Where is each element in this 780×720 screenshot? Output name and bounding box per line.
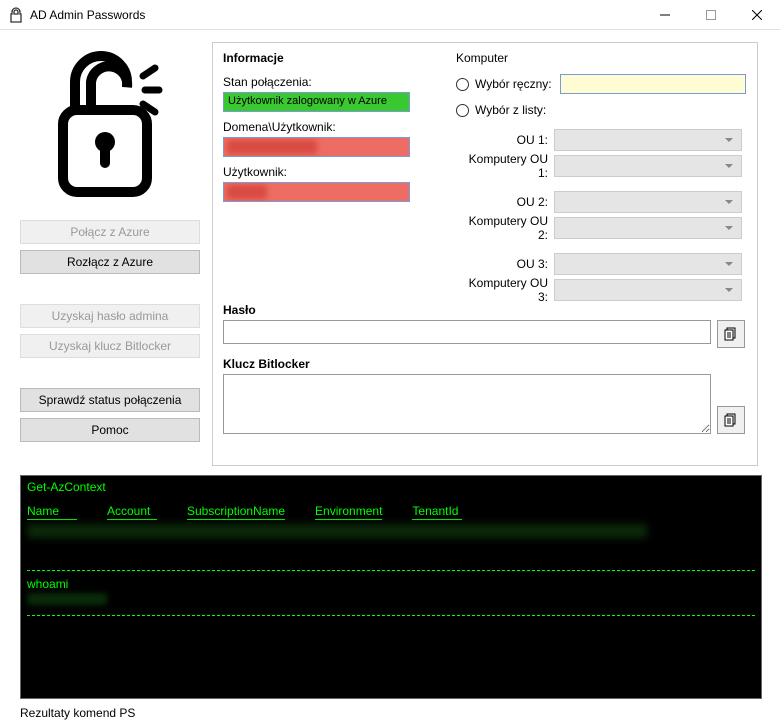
user-label: Użytkownik: xyxy=(223,165,418,179)
term-cmd2: whoami xyxy=(27,577,755,591)
disconnect-azure-button[interactable]: Rozłącz z Azure xyxy=(20,250,200,274)
comp-ou1-select[interactable] xyxy=(554,155,742,177)
comp-ou2-select[interactable] xyxy=(554,217,742,239)
term-redacted-row xyxy=(27,524,647,538)
term-col-tenant: TenantId xyxy=(412,504,462,520)
list-choice-radio[interactable] xyxy=(456,104,469,117)
term-col-account: Account xyxy=(107,504,157,520)
window-title: AD Admin Passwords xyxy=(30,8,642,22)
password-output[interactable] xyxy=(223,320,711,344)
ou3-label: OU 3: xyxy=(456,257,554,271)
check-connection-status-button[interactable]: Sprawdź status połączenia xyxy=(20,388,200,412)
manual-choice-label: Wybór ręczny: xyxy=(475,77,552,91)
term-cmd1: Get-AzContext xyxy=(27,480,755,494)
close-button[interactable] xyxy=(734,0,780,30)
copy-icon xyxy=(724,413,738,427)
comp-ou2-label: Komputery OU 2: xyxy=(456,214,554,242)
app-lock-icon xyxy=(8,7,24,23)
bitlocker-label: Klucz Bitlocker xyxy=(223,357,745,371)
ou1-label: OU 1: xyxy=(456,133,554,147)
domain-user-label: Domena\Użytkownik: xyxy=(223,120,418,134)
user-value xyxy=(223,182,410,202)
connect-azure-button: Połącz z Azure xyxy=(20,220,200,244)
list-choice-label: Wybór z listy: xyxy=(475,103,546,117)
comp-ou3-label: Komputery OU 3: xyxy=(456,276,554,304)
copy-password-button[interactable] xyxy=(717,320,745,348)
help-button[interactable]: Pomoc xyxy=(20,418,200,442)
connection-state-value: Użytkownik zalogowany w Azure xyxy=(223,92,410,112)
get-admin-password-button: Uzyskaj hasło admina xyxy=(20,304,200,328)
powershell-output[interactable]: Get-AzContext Name Account SubscriptionN… xyxy=(20,475,762,699)
term-col-subscription: SubscriptionName xyxy=(187,504,285,520)
ou3-select[interactable] xyxy=(554,253,742,275)
computer-group-title: Komputer xyxy=(456,51,746,65)
ou2-label: OU 2: xyxy=(456,195,554,209)
maximize-button xyxy=(688,0,734,30)
ou1-select[interactable] xyxy=(554,129,742,151)
minimize-button[interactable] xyxy=(642,0,688,30)
lock-illustration-icon xyxy=(45,42,165,202)
manual-choice-radio[interactable] xyxy=(456,78,469,91)
copy-bitlocker-button[interactable] xyxy=(717,406,745,434)
manual-computer-input[interactable] xyxy=(560,74,746,94)
term-col-name: Name xyxy=(27,504,77,520)
term-col-environment: Environment xyxy=(315,504,382,520)
copy-icon xyxy=(724,327,738,341)
get-bitlocker-key-button: Uzyskaj klucz Bitlocker xyxy=(20,334,200,358)
comp-ou1-label: Komputery OU 1: xyxy=(456,152,554,180)
term-redacted-whoami xyxy=(27,593,107,605)
password-label: Hasło xyxy=(223,303,745,317)
ou2-select[interactable] xyxy=(554,191,742,213)
bitlocker-output[interactable] xyxy=(223,374,711,434)
domain-user-value xyxy=(223,137,410,157)
comp-ou3-select[interactable] xyxy=(554,279,742,301)
footer-label: Rezultaty komend PS xyxy=(20,706,135,720)
connection-state-label: Stan połączenia: xyxy=(223,75,418,89)
